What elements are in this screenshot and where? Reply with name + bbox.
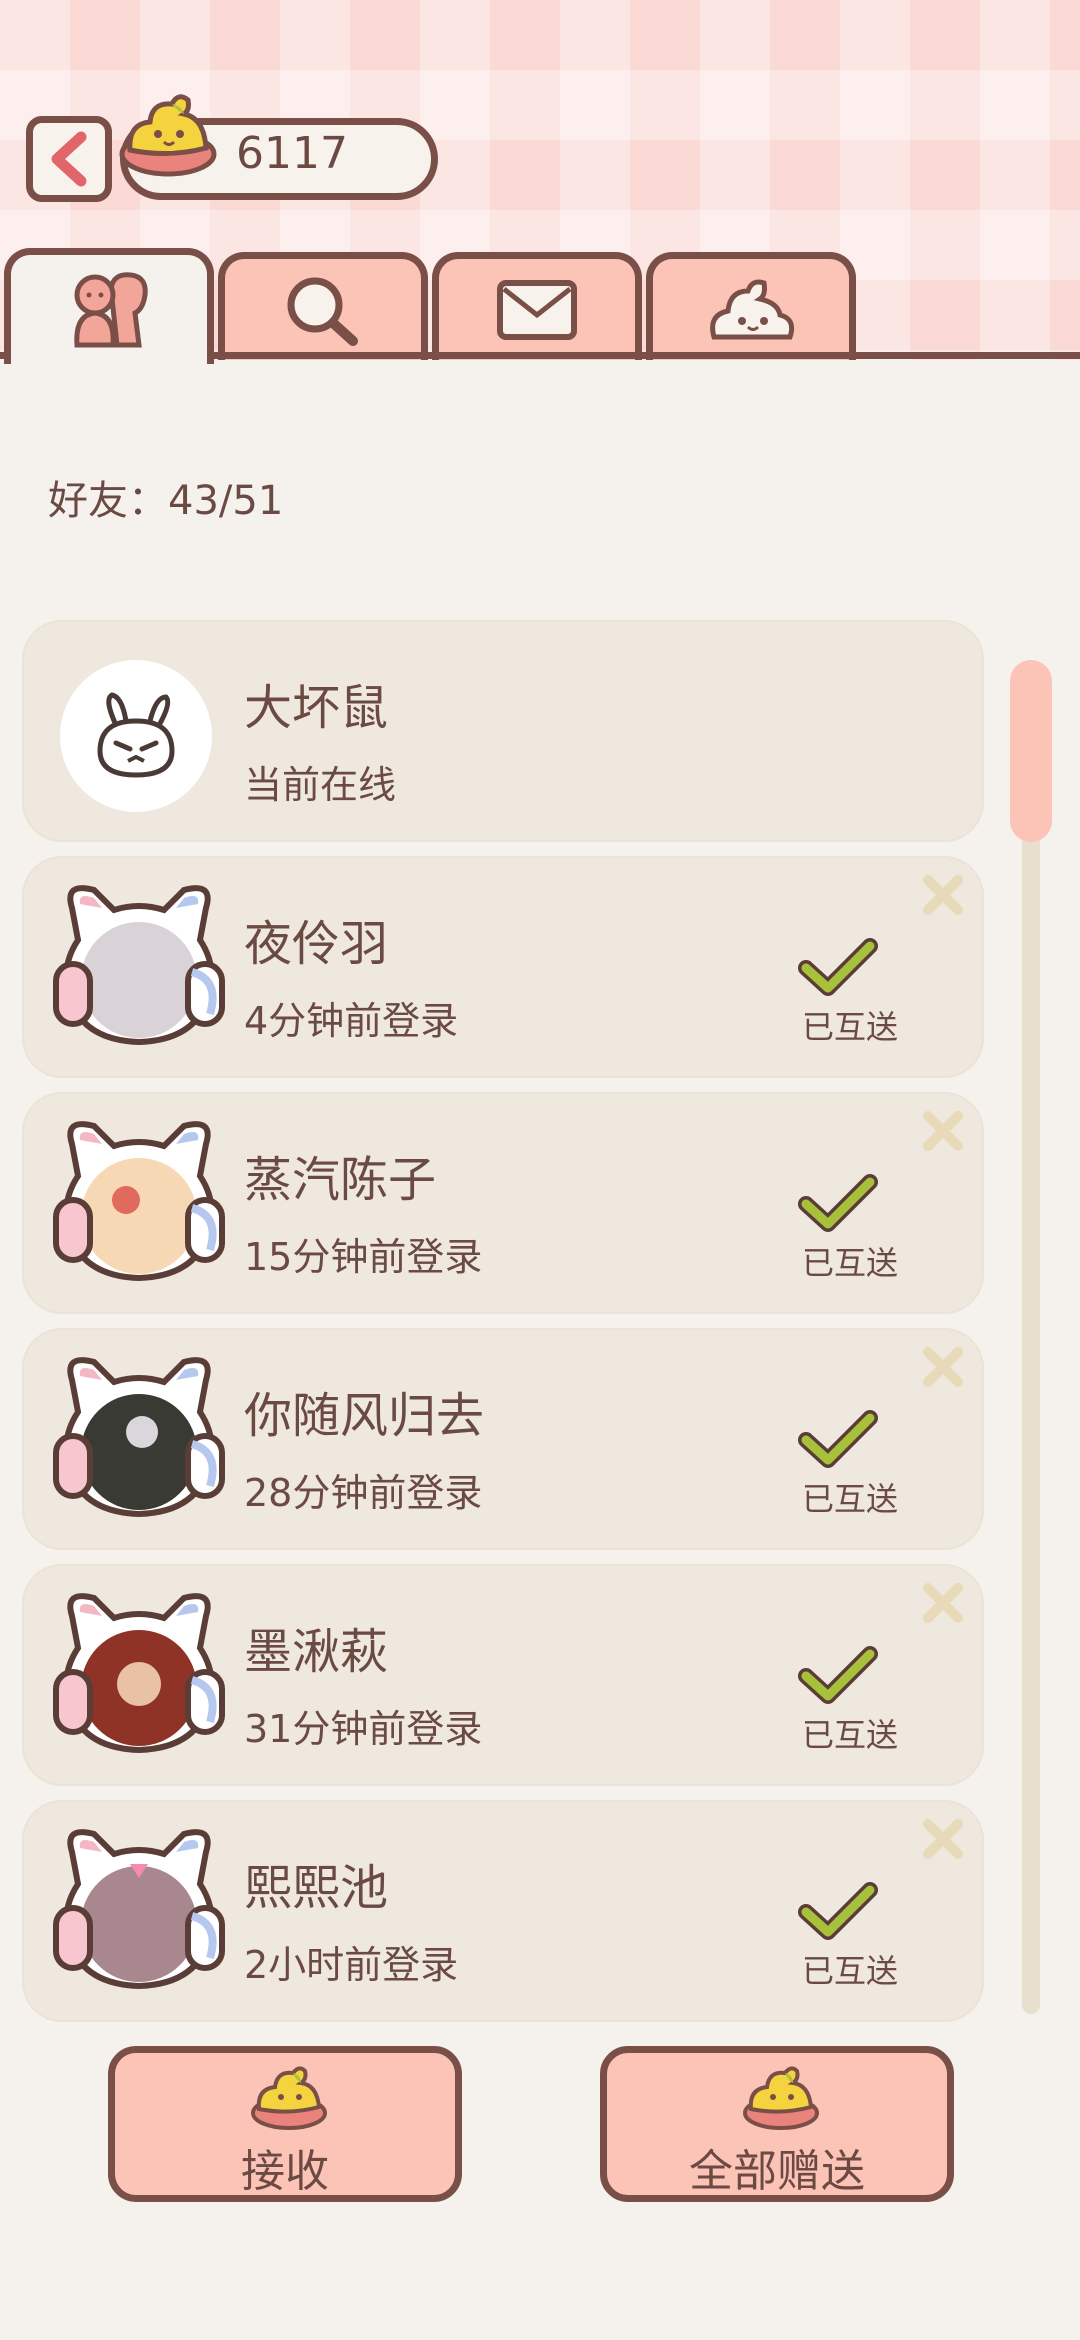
exchange-status: 已互送 [802,1716,899,1754]
friend-last-login: 28分钟前登录 [244,1471,483,1515]
chevron-left-icon [51,131,87,187]
friend-name: 蒸汽陈子 [244,1152,437,1208]
friend-name: 夜伶羽 [244,916,389,972]
friend-card[interactable]: 墨湫萩 31分钟前登录 已互送 [22,1564,984,1786]
check-icon [798,1646,878,1704]
self-status: 当前在线 [244,763,397,807]
scrollbar-track[interactable] [1022,660,1040,2014]
friend-card[interactable]: 你随风归去 28分钟前登录 已互送 [22,1328,984,1550]
close-icon[interactable] [918,1106,968,1156]
avatar[interactable] [50,1824,228,2000]
check-icon [798,938,878,996]
cat-headphone-frame-icon [53,1829,225,1990]
tab-friends[interactable] [4,248,214,364]
close-icon[interactable] [918,1342,968,1392]
friend-name: 墨湫萩 [244,1624,389,1680]
receive-button[interactable]: 接收 [108,2046,462,2202]
avatar[interactable] [50,1352,228,1528]
receive-label: 接收 [241,2146,329,2197]
self-name: 大坏鼠 [244,680,389,736]
self-avatar[interactable] [60,660,212,812]
poop-currency-icon [119,94,217,177]
avatar[interactable] [50,1116,228,1292]
poop-currency-icon [251,2066,327,2130]
exchange-status: 已互送 [802,1008,899,1046]
close-icon[interactable] [918,1578,968,1628]
tab-search[interactable] [218,252,428,360]
currency-amount: 6117 [236,128,348,179]
send-all-button[interactable]: 全部赠送 [600,2046,954,2202]
friend-last-login: 15分钟前登录 [244,1235,483,1279]
tab-bar [0,248,1080,364]
rabbit-avatar-icon [97,692,175,778]
tab-mail[interactable] [432,252,642,360]
exchange-status: 已互送 [802,1952,899,1990]
scrollbar-thumb[interactable] [1010,660,1052,842]
cat-headphone-frame-icon [53,1357,225,1518]
check-icon [798,1410,878,1468]
check-icon [798,1882,878,1940]
friend-card[interactable]: 夜伶羽 4分钟前登录 已互送 [22,856,984,1078]
friend-last-login: 2小时前登录 [244,1943,459,1987]
friend-card[interactable]: 蒸汽陈子 15分钟前登录 已互送 [22,1092,984,1314]
friend-last-login: 31分钟前登录 [244,1707,483,1751]
friend-last-login: 4分钟前登录 [244,999,459,1043]
back-button[interactable] [26,116,112,202]
avatar[interactable] [50,1588,228,1764]
check-icon [798,1174,878,1232]
friends-count-label: 好友：43/51 [48,478,284,524]
avatar[interactable] [50,880,228,1056]
friend-name: 熙熙池 [244,1860,389,1916]
friends-icon [74,271,148,347]
exchange-status: 已互送 [802,1480,899,1518]
tab-mascot[interactable] [646,252,856,360]
exchange-status: 已互送 [802,1244,899,1282]
close-icon[interactable] [918,870,968,920]
cat-headphone-frame-icon [53,885,225,1046]
self-card: 大坏鼠 当前在线 [22,620,984,842]
friend-card[interactable]: 熙熙池 2小时前登录 已互送 [22,1800,984,2022]
friend-name: 你随风归去 [244,1388,485,1444]
cat-headphone-frame-icon [53,1121,225,1282]
poop-currency-icon [743,2066,819,2130]
mail-icon [497,279,577,340]
close-icon[interactable] [918,1814,968,1864]
send-all-label: 全部赠送 [689,2146,865,2197]
friend-list: 大坏鼠 当前在线 夜伶羽 4分钟前登录 已互送 蒸汽陈子 15分钟前登录 已互送… [22,620,984,2036]
search-icon [287,277,358,346]
poop-mascot-icon [710,279,795,339]
cat-headphone-frame-icon [53,1593,225,1754]
